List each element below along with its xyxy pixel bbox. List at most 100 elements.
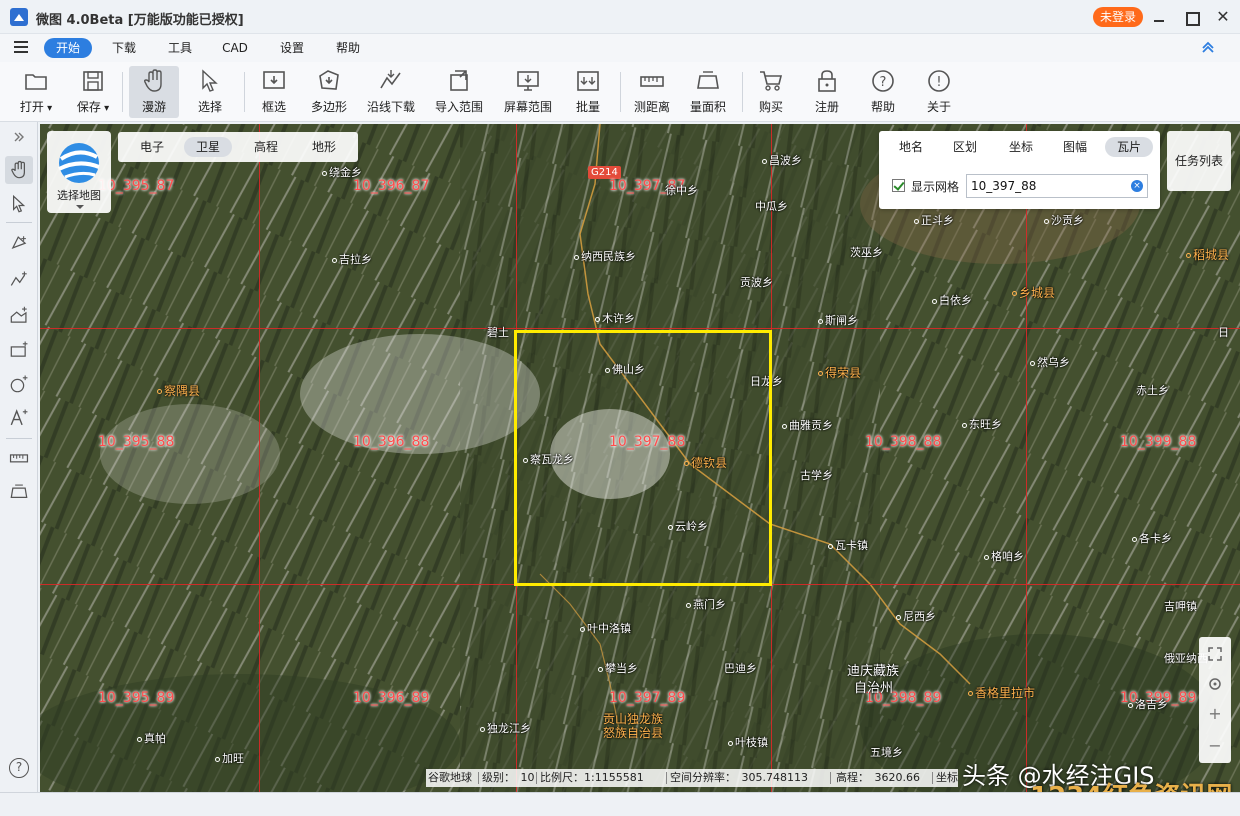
menu-start[interactable]: 开始 [44,38,92,58]
measure-area-icon[interactable] [5,478,33,506]
close-icon[interactable]: ✕ [1214,8,1232,26]
place-label: 日 [1218,326,1229,339]
status-divider [932,772,933,784]
place-label: 沙贡乡 [1044,212,1084,228]
tab-admin-division[interactable]: 区划 [945,137,985,157]
tool-label: 测距离 [633,100,670,114]
place-dot-icon [968,691,973,696]
tile-label: 10_399_88 [1120,434,1197,450]
save-button[interactable]: 保存 ▾ [70,66,116,118]
select-tool-icon[interactable] [5,190,33,218]
map-view[interactable]: G214 10_395_87 10_396_87 10_397_87 10_39… [40,124,1240,792]
caret-down-icon: ▾ [100,103,110,114]
open-button[interactable]: 打开 ▾ [14,66,58,118]
show-grid-label: 显示网格 [911,180,960,194]
import-range-button[interactable]: 导入范围 [428,66,490,118]
register-button[interactable]: 注册 [806,66,848,118]
select-map-button[interactable]: 选择地图 [47,131,111,213]
measure-distance-icon[interactable] [5,444,33,472]
maximize-icon[interactable] [1182,8,1200,26]
tool-label: 导入范围 [434,100,483,114]
layer-switcher: 电子 卫星 高程 地形 [118,132,358,162]
tile-label: 10_395_88 [98,434,175,450]
place-label: 东旺乡 [962,416,1002,432]
menu-download[interactable]: 下载 [104,38,144,58]
place-label: 攀当乡 [598,660,638,676]
tab-place-names[interactable]: 地名 [891,137,931,157]
place-dot-icon [782,423,787,429]
box-select-button[interactable]: 框选 [252,66,296,118]
batch-button[interactable]: 批量 [566,66,610,118]
help-icon: ? [872,70,894,92]
layer-vector[interactable]: 电子 [128,137,176,157]
place-dot-icon [1030,360,1035,366]
info-icon: ! [928,70,950,92]
toolbar-divider [122,72,123,112]
tool-label: 屏幕范围 [503,100,552,114]
expand-sidebar-icon[interactable] [5,126,33,146]
county-label: 得荣县 [818,364,861,381]
show-grid-checkbox[interactable] [892,179,905,192]
minimize-icon[interactable] [1150,8,1168,26]
tile-selection-box[interactable] [514,330,772,586]
pan-tool-icon[interactable] [5,156,33,184]
fullscreen-icon[interactable] [1199,639,1231,669]
layer-terrain[interactable]: 地形 [300,137,348,157]
help-button[interactable]: ? 帮助 [862,66,904,118]
select-button[interactable]: 选择 [188,66,232,118]
grid-line [259,124,260,792]
task-list-button[interactable]: 任务列表 [1167,131,1231,191]
polygon-button[interactable]: 多边形 [304,66,354,118]
tab-coordinates[interactable]: 坐标 [1001,137,1041,157]
draw-point-icon[interactable] [5,230,33,258]
menu-cad[interactable]: CAD [215,38,255,58]
place-dot-icon [580,626,585,632]
layer-satellite[interactable]: 卫星 [184,137,232,157]
measure-area-button[interactable]: 量面积 [684,66,732,118]
draw-line-icon[interactable] [5,266,33,294]
screen-range-button[interactable]: 屏幕范围 [498,66,558,118]
tab-map-sheet[interactable]: 图幅 [1055,137,1095,157]
tool-label: 框选 [261,100,286,114]
zoom-in-button[interactable]: + [1199,699,1231,729]
place-label: 茨巫乡 [850,246,883,259]
draw-rectangle-icon[interactable] [5,336,33,364]
clear-input-icon[interactable]: × [1131,180,1143,192]
menu-help[interactable]: 帮助 [328,38,368,58]
zoom-out-button[interactable]: − [1199,731,1231,761]
save-icon [83,71,103,91]
collapse-ribbon-icon[interactable] [1200,40,1216,56]
pan-button[interactable]: 漫游 [129,66,179,118]
tool-label: 帮助 [870,100,895,114]
menu-settings[interactable]: 设置 [272,38,312,58]
layer-elevation[interactable]: 高程 [242,137,290,157]
locate-icon[interactable] [1199,669,1231,699]
draw-polygon-icon[interactable] [5,302,33,330]
help-circle-icon[interactable]: ? [9,758,29,778]
place-label: 中瓜乡 [755,200,788,213]
measure-distance-button[interactable]: 测距离 [628,66,676,118]
tile-search-input[interactable]: 10_397_88 [966,174,1148,198]
tool-label: 打开 ▾ [19,100,53,114]
place-dot-icon [818,371,823,376]
place-label: 然乌乡 [1030,354,1070,370]
about-button[interactable]: ! 关于 [918,66,960,118]
login-button[interactable]: 未登录 [1093,7,1143,27]
toolbar-divider [244,72,245,112]
place-dot-icon [157,389,162,394]
add-text-icon[interactable] [5,404,33,432]
tab-tiles[interactable]: 瓦片 [1105,137,1153,157]
menu-tools[interactable]: 工具 [160,38,200,58]
draw-circle-icon[interactable] [5,370,33,398]
tool-label: 注册 [814,100,839,114]
place-dot-icon [480,726,485,732]
buy-button[interactable]: 购买 [750,66,792,118]
place-dot-icon [914,218,919,224]
svg-text:!: ! [936,75,941,90]
place-dot-icon [322,170,327,176]
toolbar: 打开 ▾ 保存 ▾ 漫游 选择 框选 多边形 沿线下载 导入范围 屏幕范围 批量 [0,62,1240,122]
line-download-button[interactable]: 沿线下载 [362,66,420,118]
box-select-icon [263,71,285,89]
lock-icon [818,70,836,92]
hamburger-menu-icon[interactable] [14,41,28,53]
